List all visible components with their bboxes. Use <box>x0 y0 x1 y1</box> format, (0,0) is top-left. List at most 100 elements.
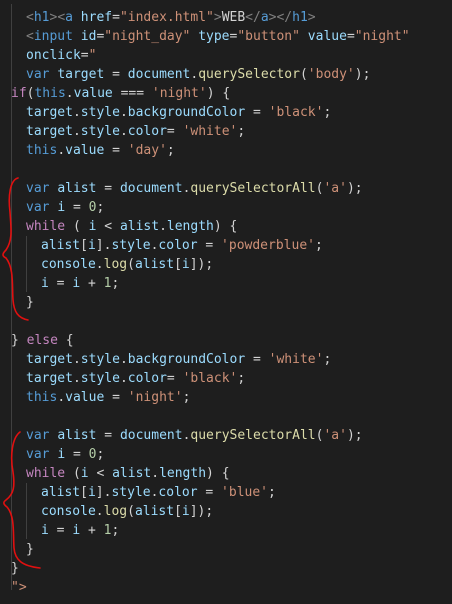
code-token: style <box>80 105 120 120</box>
code-token: backgroundColor <box>127 105 246 120</box>
code-token: ]); <box>189 504 214 519</box>
code-token: i <box>57 447 66 462</box>
code-token: = <box>245 352 269 367</box>
code-token: color <box>127 124 167 139</box>
code-token: . <box>72 124 81 139</box>
code-token: 'white' <box>182 124 238 139</box>
code-token: . <box>119 124 128 139</box>
code-token: i <box>72 523 81 538</box>
code-token: } <box>11 561 19 576</box>
code-token: 'night' <box>151 86 207 101</box>
code-line: var i = 0; <box>11 198 410 217</box>
code-token: 'black' <box>268 105 324 120</box>
code-token: ]. <box>95 238 112 253</box>
code-line: alist[i].style.color = 'powderblue'; <box>11 236 410 255</box>
code-token: = <box>96 428 120 443</box>
code-token: ); <box>346 428 363 443</box>
code-line: while ( i < alist.length) { <box>11 217 410 236</box>
code-token: ( <box>127 504 135 519</box>
code-token: log <box>103 504 128 519</box>
code-token: alist <box>119 219 160 234</box>
code-line: var i = 0; <box>11 445 410 464</box>
code-token: querySelectorAll <box>190 428 316 443</box>
code-line: } <box>11 293 410 312</box>
code-token: ( <box>65 219 89 234</box>
code-editor[interactable]: <h1><a href="index.html">WEB</a></h1> <in… <box>0 0 452 604</box>
code-token: i <box>41 276 49 291</box>
code-token: = <box>166 371 183 386</box>
code-token: while <box>26 219 66 234</box>
code-line: var alist = document.querySelectorAll('a… <box>11 179 410 198</box>
code-token: = <box>96 181 120 196</box>
code-token: document <box>119 181 183 196</box>
code-line: this.value = 'night'; <box>11 388 410 407</box>
code-token: "night_day" <box>104 29 191 44</box>
code-token: i <box>41 523 49 538</box>
code-token: target <box>26 371 73 386</box>
code-token: i <box>181 257 190 272</box>
code-token: value <box>73 86 113 101</box>
code-token: > <box>213 10 222 25</box>
code-line: target.style.backgroundColor = 'white'; <box>11 350 410 369</box>
code-token: ; <box>111 523 120 538</box>
code-token: var <box>26 447 50 462</box>
code-token: " <box>88 48 97 63</box>
code-token: + <box>80 276 104 291</box>
code-token: [ <box>80 485 88 500</box>
code-token: . <box>95 257 104 272</box>
code-token: = <box>80 48 89 63</box>
code-token: ; <box>237 124 246 139</box>
code-token: alist <box>57 181 97 196</box>
code-token: ( <box>127 257 135 272</box>
code-token: > <box>307 10 316 25</box>
code-token: . <box>119 371 128 386</box>
code-token: . <box>95 504 104 519</box>
code-token: h1 <box>292 10 308 25</box>
code-token: 'night' <box>127 390 183 405</box>
code-token: WEB <box>221 10 246 25</box>
code-token: 'a' <box>323 428 347 443</box>
code-token: var <box>26 428 50 443</box>
code-token: ); <box>346 181 363 196</box>
code-line: target.style.color= 'black'; <box>11 369 410 388</box>
code-line: "> <box>11 578 410 597</box>
code-token: document <box>127 67 191 82</box>
code-token: while <box>26 466 66 481</box>
code-token: ; <box>96 447 105 462</box>
code-token: href <box>80 10 113 25</box>
code-token: alist <box>41 238 81 253</box>
code-line: onclick=" <box>11 46 410 65</box>
code-token: color <box>127 371 167 386</box>
code-token: ) { <box>206 466 230 481</box>
code-token: . <box>72 352 81 367</box>
code-token: } <box>11 333 27 348</box>
code-token: . <box>65 86 74 101</box>
code-token: < <box>26 29 34 44</box>
code-line: this.value = 'day'; <box>11 141 410 160</box>
code-token: = <box>112 10 120 25</box>
code-token: ; <box>182 390 191 405</box>
code-line: <h1><a href="index.html">WEB</a></h1> <box>11 8 410 27</box>
code-line: if(this.value === 'night') { <box>11 84 410 103</box>
code-line: i = i + 1; <box>11 274 410 293</box>
code-token: = <box>48 523 73 538</box>
code-token: console <box>41 504 96 519</box>
code-token: [ <box>174 257 182 272</box>
code-token: . <box>151 466 160 481</box>
code-token: = <box>197 485 222 500</box>
code-token: value <box>307 29 347 44</box>
code-token: < <box>96 219 120 234</box>
code-token: = <box>346 29 355 44</box>
code-line: target.style.color= 'white'; <box>11 122 410 141</box>
code-token: . <box>119 352 128 367</box>
code-token: === <box>112 86 152 101</box>
code-token: i <box>87 238 96 253</box>
code-token: } <box>26 295 34 310</box>
code-token: ]); <box>189 257 214 272</box>
code-token: target <box>26 124 73 139</box>
code-token: querySelector <box>198 67 300 82</box>
